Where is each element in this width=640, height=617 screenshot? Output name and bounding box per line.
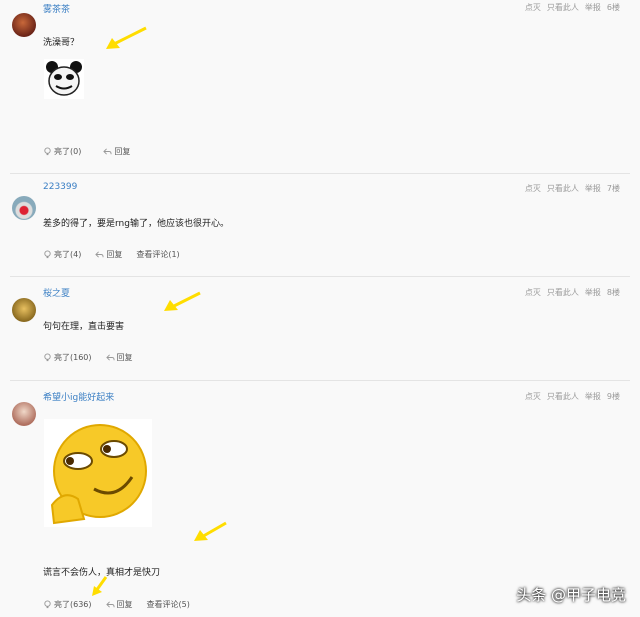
divider [10,276,630,277]
arrow-annotation [194,521,227,541]
only-this-user-link[interactable]: 只看此人 [547,392,579,401]
post-content: 洗澡哥？ [43,38,80,48]
reply-button[interactable]: 回复 [103,146,130,157]
post-meta: 点灭 只看此人 举报 6楼 [519,2,620,13]
bulb-icon [44,353,51,362]
reply-icon [105,601,115,608]
post-content: 差多的得了，要是rng输了，他应该也很开心。 [43,219,229,229]
avatar[interactable] [12,196,36,220]
report-link[interactable]: 举报 [585,392,601,401]
like-button[interactable]: 亮了(0) [43,146,81,157]
divider [10,380,630,381]
like-count: 亮了(636) [54,600,92,609]
watermark: 头条 @甲子电竞 [516,586,626,604]
only-this-user-link[interactable]: 只看此人 [547,184,579,193]
dislike-link[interactable]: 点灭 [525,3,541,12]
username[interactable]: 223399 [43,182,77,192]
reply-label: 回复 [116,600,133,609]
panda-meme-sticker [44,59,84,99]
post-floor-7: 223399 点灭 只看此人 举报 7楼 差多的得了，要是rng输了，他应该也很开心。… [0,174,640,274]
post-floor-6: 雾茶茶 点灭 只看此人 举报 6楼 洗澡哥？ 亮了(0) 回复 [0,0,640,172]
post-content: 句句在理，直击要害 [43,322,125,332]
like-button[interactable]: 亮了(636) [43,599,92,610]
like-button[interactable]: 亮了(160) [43,352,92,363]
bulb-icon [44,250,51,259]
dislike-link[interactable]: 点灭 [525,392,541,401]
floor-number: 7楼 [606,184,620,193]
arrow-annotation [164,291,201,311]
avatar[interactable] [12,13,36,37]
arrow-annotation [92,576,108,596]
bulb-icon [44,600,51,609]
post-meta: 点灭 只看此人 举报 9楼 [519,391,620,402]
report-link[interactable]: 举报 [585,3,601,12]
reply-button[interactable]: 回复 [95,249,122,260]
username[interactable]: 希望小ig能好起来 [43,390,114,403]
report-link[interactable]: 举报 [585,184,601,193]
view-comments-link[interactable]: 查看评论(5) [147,599,190,610]
post-actions: 亮了(0) 回复 [43,146,130,157]
post-meta: 点灭 只看此人 举报 7楼 [519,183,620,194]
comments-label: 查看评论(1) [136,250,180,259]
comments-label: 查看评论(5) [146,600,190,609]
like-count: 亮了(0) [54,147,82,156]
reply-icon [105,354,115,361]
reply-label: 回复 [116,353,133,362]
like-count: 亮了(160) [54,353,92,362]
avatar[interactable] [12,402,36,426]
arrow-annotation [106,26,147,49]
username[interactable]: 桜之夏 [43,286,70,299]
only-this-user-link[interactable]: 只看此人 [547,288,579,297]
reply-label: 回复 [106,250,123,259]
like-count: 亮了(4) [54,250,82,259]
post-actions: 亮了(160) 回复 [43,352,133,363]
reply-icon [95,251,104,258]
only-this-user-link[interactable]: 只看此人 [547,3,579,12]
dislike-link[interactable]: 点灭 [525,184,541,193]
floor-number: 6楼 [606,3,620,12]
post-actions: 亮了(4) 回复 查看评论(1) [43,249,180,260]
dislike-link[interactable]: 点灭 [525,288,541,297]
post-actions: 亮了(636) 回复 查看评论(5) [43,599,190,610]
post-floor-9: 希望小ig能好起来 点灭 只看此人 举报 9楼 谎言不会伤人，真相才是快刀 亮了(63… [0,382,640,617]
post-meta: 点灭 只看此人 举报 8楼 [519,287,620,298]
floor-number: 9楼 [606,392,620,401]
post-floor-8: 桜之夏 点灭 只看此人 举报 8楼 句句在理，直击要害 亮了(160) 回复 [0,278,640,378]
reply-button[interactable]: 回复 [105,352,133,363]
like-button[interactable]: 亮了(4) [43,249,81,260]
reply-label: 回复 [114,147,131,156]
floor-number: 8楼 [606,288,620,297]
reply-icon [103,148,112,155]
bulb-icon [44,147,51,156]
avatar[interactable] [12,298,36,322]
username[interactable]: 雾茶茶 [43,2,70,15]
report-link[interactable]: 举报 [585,288,601,297]
view-comments-link[interactable]: 查看评论(1) [136,249,179,260]
reply-button[interactable]: 回复 [105,599,133,610]
emoji-sticker [44,419,152,527]
